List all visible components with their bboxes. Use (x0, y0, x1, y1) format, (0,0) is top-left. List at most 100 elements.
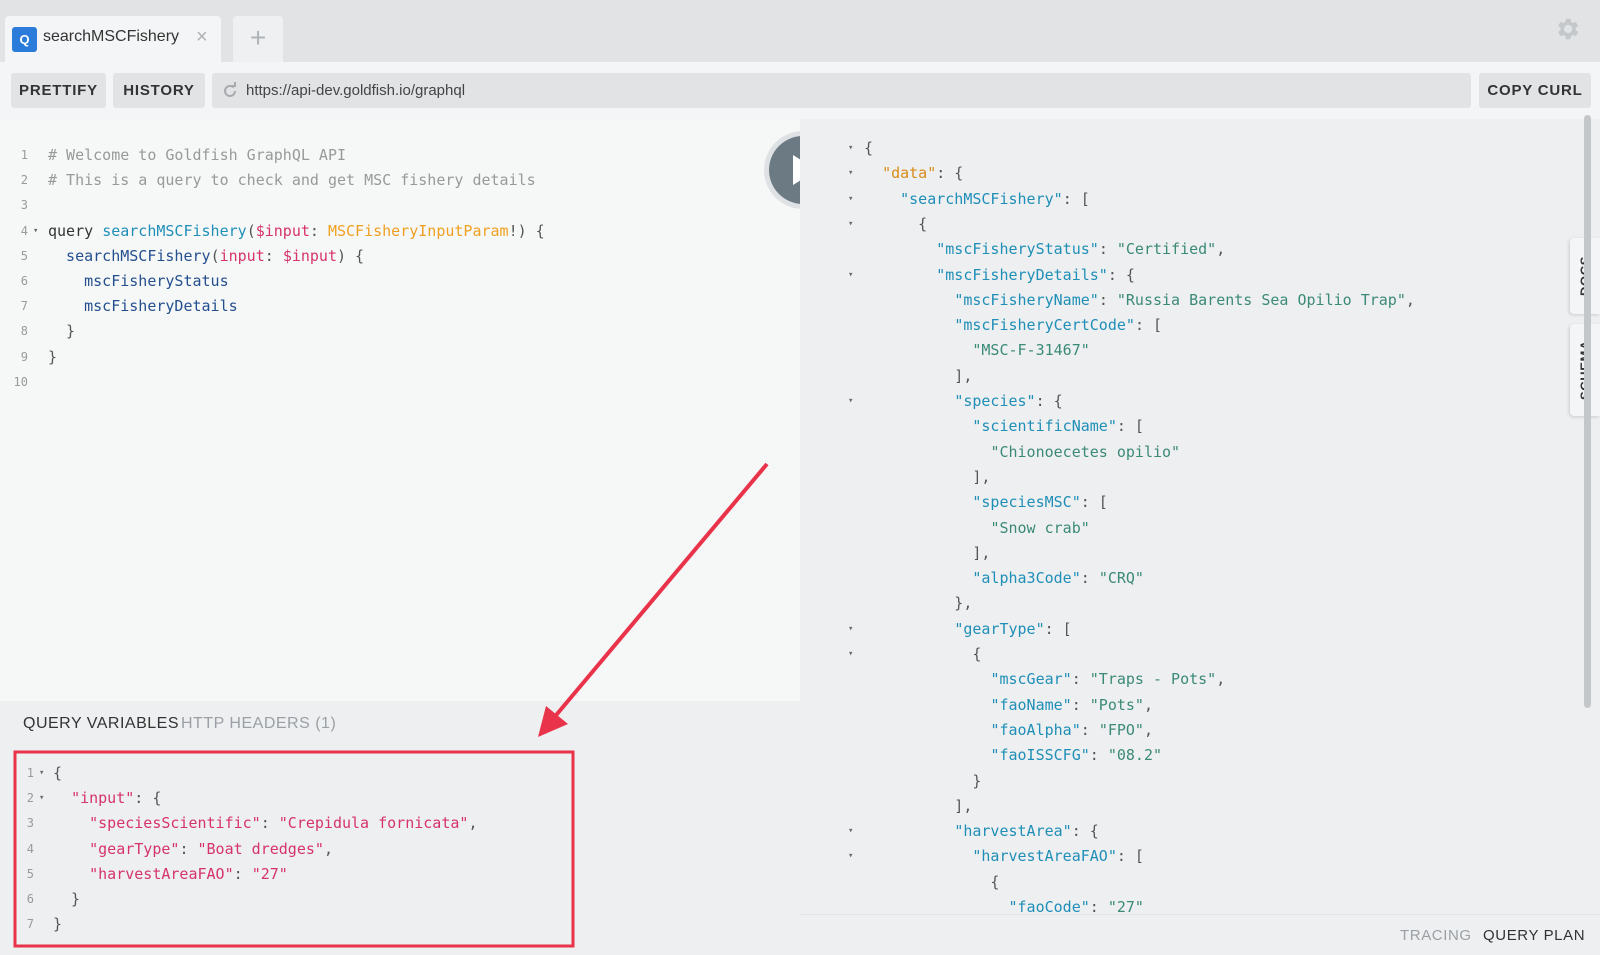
fold-arrow-icon[interactable]: ▾ (848, 136, 853, 161)
code-token: ( (246, 221, 256, 240)
code-line: "gearType": [ (864, 617, 1071, 642)
code-token: "MSC-F-31467" (972, 341, 1090, 360)
code-token: "Chionoecetes opilio" (990, 442, 1181, 461)
fold-arrow-icon[interactable]: ▾ (848, 389, 853, 414)
code-token: "faoName" (990, 695, 1072, 714)
query-editor[interactable]: 1 # Welcome to Goldfish GraphQL API 2 # Thi… (0, 119, 800, 701)
code-token: "scientificName" (972, 417, 1117, 436)
fold-arrow-icon[interactable]: ▾ (848, 212, 853, 237)
fold-arrow-icon[interactable]: ▾ (848, 263, 853, 288)
line-number: 3 (20, 198, 28, 213)
code-token: : { (936, 164, 964, 183)
code-token: "mscFisheryStatus" (936, 240, 1099, 259)
code-token: : (309, 221, 328, 240)
code-line: mscFisheryStatus (48, 269, 229, 294)
code-token: ], (864, 543, 991, 562)
code-line: "Snow crab" (864, 516, 1089, 541)
code-token: "mscFisheryName" (954, 290, 1099, 309)
code-line: "searchMSCFishery": [ (864, 187, 1090, 212)
code-token: "Russia Barents Sea Opilio Trap" (1116, 290, 1406, 309)
code-token: : (1080, 720, 1099, 739)
result-scrollbar[interactable] (1584, 115, 1591, 708)
code-token: "gearType" (954, 619, 1045, 638)
line-number: 2 (26, 791, 34, 806)
code-token: , (1216, 670, 1226, 689)
line-number: 7 (20, 299, 28, 314)
code-line: # Welcome to Goldfish GraphQL API (48, 143, 346, 168)
close-icon[interactable]: × (196, 25, 208, 49)
code-token: "faoAlpha" (990, 720, 1081, 739)
fold-arrow-icon[interactable]: ▾ (848, 161, 853, 186)
code-token: { (864, 139, 874, 157)
gear-icon[interactable] (1553, 15, 1581, 43)
history-button[interactable]: HISTORY (113, 73, 205, 108)
endpoint-url-input[interactable]: https://api-dev.goldfish.io/graphql (212, 73, 1471, 108)
code-line: "Chionoecetes opilio" (864, 440, 1180, 465)
code-token: } (53, 915, 63, 934)
fold-arrow-icon[interactable]: ▾ (848, 187, 853, 212)
code-token: searchMSCFishery (48, 246, 211, 265)
code-token: : [ (1080, 493, 1108, 512)
code-token: : (1089, 746, 1108, 765)
line-number: 5 (20, 248, 28, 263)
fold-arrow-icon[interactable]: ▾ (33, 219, 38, 244)
code-token: , (1143, 720, 1153, 739)
line-number: 1 (26, 766, 34, 780)
code-token: : (1071, 670, 1090, 689)
code-token: : (233, 864, 252, 883)
line-number: 4 (26, 841, 34, 856)
code-token: : { (1071, 822, 1099, 841)
prettify-button[interactable]: PRETTIFY (11, 73, 106, 108)
fold-arrow-icon[interactable]: ▾ (848, 642, 853, 667)
code-token: "gearType" (89, 839, 180, 858)
line-number: 9 (20, 349, 28, 364)
code-token: : [ (1062, 189, 1090, 208)
tab-searchMSCFishery[interactable]: Q searchMSCFishery × (5, 16, 221, 62)
code-token: : { (1107, 265, 1135, 284)
code-token: "alpha3Code" (972, 569, 1081, 588)
code-token: : (1071, 695, 1090, 714)
code-line: "alpha3Code": "CRQ" (864, 566, 1144, 591)
code-token: { (864, 214, 928, 233)
code-token: ( (210, 246, 220, 265)
code-token: : (1098, 240, 1117, 259)
code-token: !) { (508, 221, 545, 240)
code-token: "data" (882, 164, 937, 183)
line-number: 4 (20, 223, 28, 238)
code-token: "mscGear" (990, 670, 1072, 689)
code-line: "mscFisheryDetails": { (864, 263, 1135, 288)
code-token: "27" (1107, 898, 1144, 914)
code-token: : (260, 814, 279, 833)
code-line: "scientificName": [ (864, 414, 1144, 439)
code-token: "speciesScientific" (89, 814, 261, 833)
fold-arrow-icon[interactable]: ▾ (39, 786, 44, 811)
tracing-tab[interactable]: TRACING (1400, 927, 1472, 944)
code-line: # This is a query to check and get MSC f… (48, 168, 536, 193)
fold-arrow-icon[interactable]: ▾ (848, 617, 853, 642)
new-tab-button[interactable]: + (233, 16, 283, 62)
line-number: 8 (20, 324, 28, 339)
query-plan-tab[interactable]: QUERY PLAN (1483, 927, 1585, 944)
fold-arrow-icon[interactable]: ▾ (39, 761, 44, 786)
code-line: { (864, 212, 927, 237)
tab-title: searchMSCFishery (43, 28, 180, 45)
code-line: searchMSCFishery(input: $input) { (48, 244, 364, 269)
fold-arrow-icon[interactable]: ▾ (848, 819, 853, 844)
code-token: ], (864, 366, 973, 385)
copy-curl-button[interactable]: COPY CURL (1479, 73, 1591, 108)
code-line: "faoCode": "27" (864, 895, 1144, 914)
code-token: "08.2" (1107, 746, 1163, 765)
fold-arrow-icon[interactable]: ▾ (848, 844, 853, 869)
code-token: "mscFisheryCertCode" (954, 316, 1135, 335)
code-token: { (864, 645, 982, 663)
variables-editor[interactable]: 1 ▾ {2 ▾ "input": {3 "speciesScientific": "… (0, 701, 800, 955)
reload-icon[interactable] (220, 81, 240, 101)
code-line: } (864, 769, 981, 794)
